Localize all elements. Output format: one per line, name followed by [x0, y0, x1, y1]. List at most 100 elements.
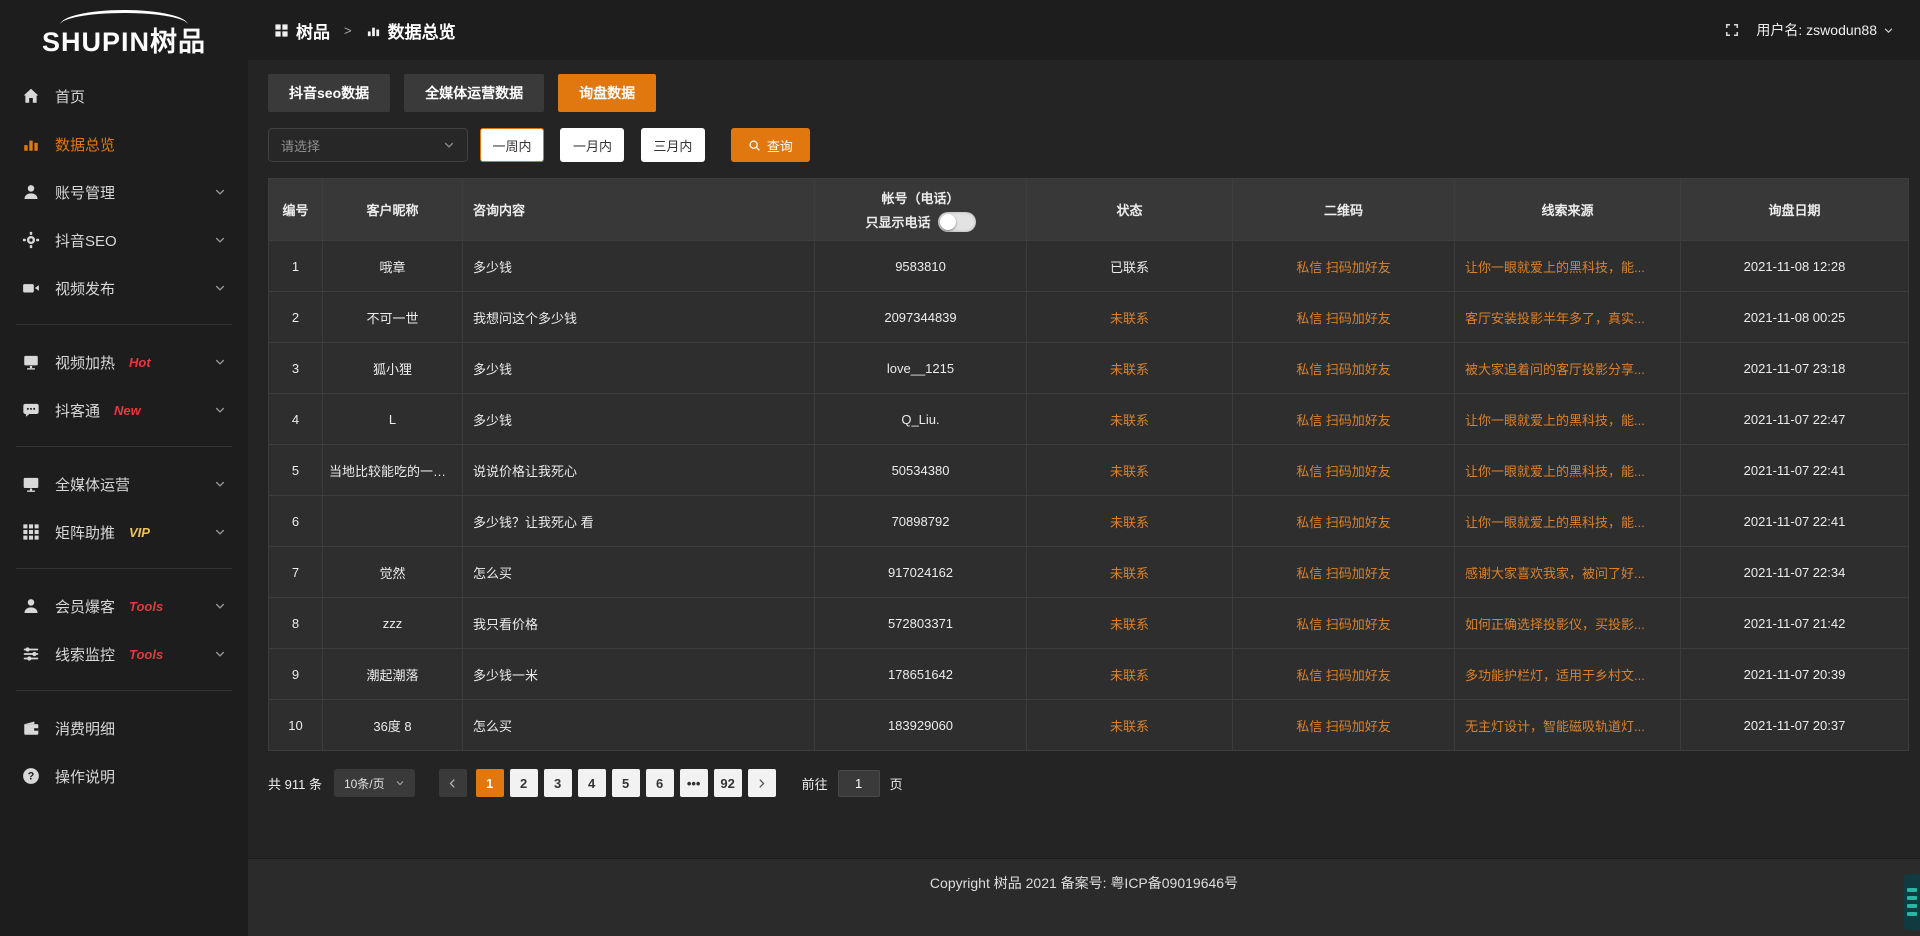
breadcrumb-root[interactable]: 树品 [296, 18, 330, 43]
data-tabs: 抖音seo数据 全媒体运营数据 询盘数据 [268, 74, 1906, 112]
sidebar-item-icon [22, 645, 40, 663]
cell-source-link[interactable]: 让你一眼就爱上的黑科技，能... [1455, 241, 1681, 292]
cell-qrcode-links[interactable]: 私信 扫码加好友 [1233, 445, 1455, 496]
cell-account: 2097344839 [815, 292, 1027, 343]
cell-status: 未联系 [1027, 700, 1233, 751]
cell-source-link[interactable]: 客厅安装投影半年多了，真实... [1455, 292, 1681, 343]
cell-status: 已联系 [1027, 241, 1233, 292]
cell-account: 50534380 [815, 445, 1027, 496]
sidebar-item[interactable]: 会员爆客 Tools [0, 582, 248, 630]
cell-source-link[interactable]: 让你一眼就爱上的黑科技，能... [1455, 496, 1681, 547]
sidebar-item-badge: Hot [129, 355, 151, 370]
filter-select[interactable]: 请选择 [268, 128, 468, 162]
page-buttons: 1 2 3 4 5 6 ••• 92 [473, 769, 745, 797]
cell-qrcode-links[interactable]: 私信 扫码加好友 [1233, 598, 1455, 649]
cell-qrcode-links[interactable]: 私信 扫码加好友 [1233, 394, 1455, 445]
goto-page-input[interactable] [838, 770, 880, 797]
sidebar-item[interactable]: 视频发布 [0, 264, 248, 312]
cell-nickname: 潮起潮落 [323, 649, 463, 700]
cell-source-link[interactable]: 让你一眼就爱上的黑科技，能... [1455, 394, 1681, 445]
chevron-down-icon [395, 778, 405, 788]
page-button[interactable]: 3 [544, 769, 572, 797]
topbar-right: 用户名: zswodun88 [1724, 20, 1894, 40]
sidebar-item-icon [22, 475, 40, 493]
sidebar-item-icon: ? [22, 767, 40, 785]
page-button[interactable]: 92 [714, 769, 742, 797]
cell-qrcode-links[interactable]: 私信 扫码加好友 [1233, 343, 1455, 394]
cell-account: 917024162 [815, 547, 1027, 598]
cell-qrcode-links[interactable]: 私信 扫码加好友 [1233, 547, 1455, 598]
cell-source-link[interactable]: 如何正确选择投影仪，买投影... [1455, 598, 1681, 649]
widget-stripe [1907, 904, 1917, 908]
floating-service-widget[interactable] [1904, 874, 1920, 930]
sidebar-item[interactable]: 账号管理 [0, 168, 248, 216]
cell-qrcode-links[interactable]: 私信 扫码加好友 [1233, 649, 1455, 700]
sidebar-item[interactable]: 线索监控 Tools [0, 630, 248, 678]
breadcrumb-root-icon [274, 23, 289, 38]
phone-only-toggle[interactable] [938, 212, 976, 232]
table-row: 10 36度 8 怎么买 183929060 未联系 私信 扫码加好友 无主灯设… [269, 700, 1909, 751]
cell-source-link[interactable]: 被大家追着问的客厅投影分享... [1455, 343, 1681, 394]
cell-qrcode-links[interactable]: 私信 扫码加好友 [1233, 241, 1455, 292]
data-tab[interactable]: 询盘数据 [558, 74, 656, 112]
table-row: 1 哦章 多少钱 9583810 已联系 私信 扫码加好友 让你一眼就爱上的黑科… [269, 241, 1909, 292]
sidebar-item[interactable]: 全媒体运营 [0, 460, 248, 508]
sidebar-item[interactable]: 消费明细 [0, 704, 248, 752]
chevron-down-icon [1883, 25, 1894, 36]
cell-source-link[interactable]: 无主灯设计，智能磁吸轨道灯... [1455, 700, 1681, 751]
cell-nickname [323, 496, 463, 547]
sidebar-item-badge: Tools [129, 599, 163, 614]
page-button[interactable]: 1 [476, 769, 504, 797]
data-tab[interactable]: 全媒体运营数据 [404, 74, 544, 112]
sidebar: SHUPIN树品 首页 数据总览 [0, 0, 248, 936]
cell-status: 未联系 [1027, 547, 1233, 598]
sidebar-item-badge: VIP [129, 525, 150, 540]
page-size-select[interactable]: 10条/页 [334, 769, 415, 797]
cell-qrcode-links[interactable]: 私信 扫码加好友 [1233, 496, 1455, 547]
chevron-down-icon [214, 186, 226, 198]
app-logo[interactable]: SHUPIN树品 [0, 8, 248, 62]
sidebar-item[interactable]: 抖音SEO [0, 216, 248, 264]
sidebar-item-label: 首页 [55, 86, 85, 107]
page-button[interactable]: 4 [578, 769, 606, 797]
sidebar-item[interactable]: 首页 [0, 72, 248, 120]
data-tab[interactable]: 抖音seo数据 [268, 74, 390, 112]
cell-source-link[interactable]: 感谢大家喜欢我家，被问了好... [1455, 547, 1681, 598]
cell-account: Q_Liu. [815, 394, 1027, 445]
cell-id: 2 [269, 292, 323, 343]
sidebar-item[interactable]: 视频加热 Hot [0, 338, 248, 386]
page-button[interactable]: 6 [646, 769, 674, 797]
cell-qrcode-links[interactable]: 私信 扫码加好友 [1233, 700, 1455, 751]
logo-arc [60, 10, 188, 40]
sidebar-item-icon [22, 597, 40, 615]
range-button[interactable]: 一周内 [480, 128, 544, 162]
next-page-button[interactable] [748, 769, 776, 797]
cell-id: 6 [269, 496, 323, 547]
cell-qrcode-links[interactable]: 私信 扫码加好友 [1233, 292, 1455, 343]
search-button[interactable]: 查询 [731, 128, 810, 162]
cell-content: 多少钱一米 [463, 649, 815, 700]
cell-nickname: L [323, 394, 463, 445]
main-area: 树品 > 数据总览 用户名: zswodun88 抖音seo数据 全媒 [248, 0, 1920, 936]
prev-page-button[interactable] [439, 769, 467, 797]
user-menu[interactable]: 用户名: zswodun88 [1756, 20, 1894, 40]
range-button[interactable]: 一月内 [560, 128, 624, 162]
page-button[interactable]: 2 [510, 769, 538, 797]
page-button[interactable]: ••• [680, 769, 708, 797]
cell-account: 178651642 [815, 649, 1027, 700]
range-button[interactable]: 三月内 [641, 128, 705, 162]
chevron-left-icon [447, 778, 458, 789]
sidebar-item[interactable]: 矩阵助推 VIP [0, 508, 248, 556]
cell-source-link[interactable]: 多功能护栏灯，适用于乡村文... [1455, 649, 1681, 700]
page-button[interactable]: 5 [612, 769, 640, 797]
sidebar-item[interactable]: 数据总览 [0, 120, 248, 168]
table-row: 8 zzz 我只看价格 572803371 未联系 私信 扫码加好友 如何正确选… [269, 598, 1909, 649]
cell-source-link[interactable]: 让你一眼就爱上的黑科技，能... [1455, 445, 1681, 496]
chevron-down-icon [214, 600, 226, 612]
chevron-down-icon [214, 282, 226, 294]
fullscreen-icon[interactable] [1724, 22, 1740, 38]
sidebar-item[interactable]: 抖客通 New [0, 386, 248, 434]
cell-account: 70898792 [815, 496, 1027, 547]
cell-account: 9583810 [815, 241, 1027, 292]
sidebar-item[interactable]: ? 操作说明 [0, 752, 248, 800]
